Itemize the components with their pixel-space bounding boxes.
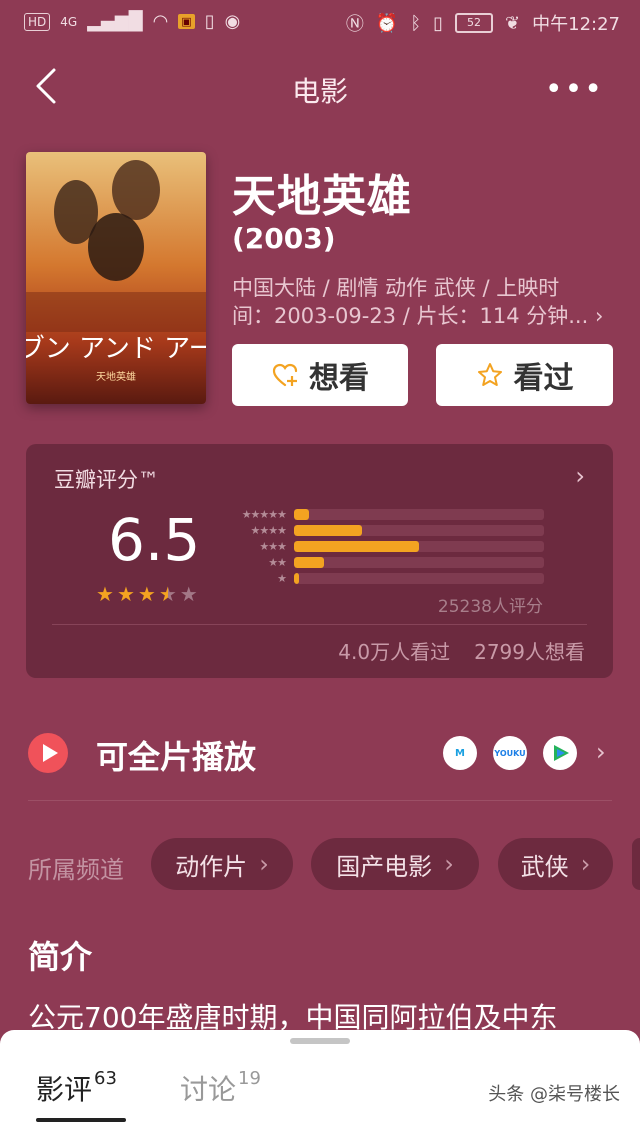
active-tab-indicator	[36, 1118, 126, 1122]
mango-tv-icon[interactable]: M	[443, 736, 477, 770]
rating-stars: ★ ★ ★ ★ ★	[96, 582, 198, 606]
signal-icon: ▂▄▆█	[87, 11, 143, 32]
channel-chip-label: 国产电影	[336, 852, 433, 881]
channel-chip-domestic[interactable]: 国产电影 ›	[311, 838, 479, 890]
bluetooth-icon: ᛒ	[410, 12, 422, 34]
rating-bar-fill	[294, 524, 362, 536]
bar-stars-icon: ★★	[268, 555, 287, 569]
tab-discussion-count: 19	[238, 1068, 261, 1089]
want-count: 2799人想看	[474, 640, 585, 664]
channels-label: 所属频道	[28, 856, 124, 884]
channel-chip-action[interactable]: 动作片 ›	[151, 838, 293, 890]
leaf-icon: ❦	[505, 12, 521, 34]
chevron-right-icon: ›	[444, 850, 454, 878]
rating-bar-track	[294, 508, 544, 520]
tab-discussion[interactable]: 讨论 19	[180, 1068, 261, 1108]
rating-bar-fill	[294, 508, 309, 520]
vibrate-icon: ▯	[433, 12, 444, 34]
want-to-watch-label: 想看	[309, 361, 369, 396]
reviews-sheet[interactable]: 影评 63 讨论 19 头条 @柒号楼长	[0, 1030, 640, 1137]
rating-count: 25238人评分	[437, 597, 543, 617]
bar-stars-icon: ★★★	[259, 539, 287, 553]
bar-stars-icon: ★	[277, 571, 287, 585]
star-icon: ★	[179, 582, 198, 606]
chevron-right-icon[interactable]: ›	[596, 738, 606, 766]
tab-reviews-count: 63	[94, 1068, 117, 1089]
star-icon: ★	[96, 582, 114, 606]
channel-chip-label: 武侠	[520, 852, 569, 881]
status-bar: HD 4G ▂▄▆█ ◠ ▣ ▯ ◉ Ⓝ ⏰ ᛒ ▯ 52 ❦ 中午12:27	[0, 0, 640, 44]
play-icon[interactable]	[28, 733, 68, 773]
channel-chip-wuxia[interactable]: 武侠 ›	[498, 838, 613, 890]
nfc-icon: Ⓝ	[345, 14, 364, 35]
watched-count: 4.0万人看过	[338, 640, 451, 664]
tab-reviews-label: 影评	[36, 1073, 93, 1106]
play-full-label[interactable]: 可全片播放	[96, 732, 256, 778]
movie-year: (2003)	[232, 222, 336, 255]
more-options-button[interactable]: •••	[545, 72, 604, 107]
rating-bar-fill	[294, 556, 324, 568]
watermark: 头条 @柒号楼长	[488, 1084, 620, 1105]
rating-bar-track	[294, 540, 544, 552]
network-type: 4G	[60, 14, 78, 29]
divider	[52, 624, 587, 625]
rating-bar-row: ★★★★	[224, 522, 544, 538]
drag-handle[interactable]	[290, 1038, 350, 1044]
chevron-right-icon: ›	[259, 850, 269, 878]
bar-stars-icon: ★★★★★	[241, 507, 287, 521]
hd-badge: HD	[24, 12, 51, 31]
rating-card[interactable]: 豆瓣评分™ › 6.5 ★ ★ ★ ★ ★ ★★★★★ ★★★★ ★★★ ★★ ★ 25238人…	[26, 444, 613, 678]
star-icon: ★	[137, 582, 156, 606]
rating-bar-fill	[294, 572, 299, 584]
poster-subtitle-text: 天地英雄	[96, 370, 136, 383]
rating-distribution: ★★★★★ ★★★★ ★★★ ★★ ★	[224, 506, 544, 586]
poster-title-text: ヘブン アンド アース	[26, 334, 206, 364]
star-outline-icon	[477, 363, 502, 386]
battery-saver-icon: ▯	[204, 11, 215, 32]
rating-bar-row: ★★	[224, 554, 544, 570]
wifi-icon: ◠	[152, 11, 169, 32]
star-icon: ★	[116, 582, 135, 606]
rating-bar-track	[294, 572, 544, 584]
tab-discussion-label: 讨论	[180, 1073, 237, 1106]
shield-icon: ◉	[224, 11, 241, 32]
want-to-watch-button[interactable]: 想看	[232, 344, 408, 406]
divider	[28, 800, 612, 801]
youku-icon[interactable]: YOUKU	[493, 736, 527, 770]
channel-chip-partial[interactable]	[632, 838, 640, 890]
rating-bar-track	[294, 556, 544, 568]
app-notification-icon: ▣	[178, 14, 195, 29]
channel-chip-label: 动作片	[175, 852, 248, 881]
clock: 中午12:27	[532, 14, 620, 35]
rating-score: 6.5	[108, 506, 201, 574]
watched-label: 看过	[513, 361, 574, 396]
tencent-video-icon[interactable]	[543, 736, 577, 770]
rating-bar-row: ★★★★★	[224, 506, 544, 522]
star-icon: ★	[158, 582, 177, 606]
bar-stars-icon: ★★★★	[250, 523, 287, 537]
watched-button[interactable]: 看过	[436, 344, 613, 406]
intro-heading: 简介	[28, 938, 93, 976]
movie-meta[interactable]: 中国大陆 / 剧情 动作 武侠 / 上映时 间：2003-09-23 / 片长：…	[232, 274, 612, 330]
chevron-right-icon: ›	[580, 850, 591, 878]
rating-bar-track	[294, 524, 544, 536]
alarm-icon: ⏰	[375, 12, 399, 34]
poster-image: ヘブン アンド アース 天地英雄	[26, 152, 206, 404]
battery-icon: 52	[455, 13, 494, 33]
movie-meta-line2: 间：2003-09-23 / 片长：114 分钟... ›	[232, 304, 604, 328]
movie-title: 天地英雄	[232, 171, 412, 222]
rating-bar-fill	[294, 540, 419, 552]
rating-label: 豆瓣评分™	[54, 468, 159, 492]
tab-reviews[interactable]: 影评 63	[36, 1068, 117, 1108]
rating-footer: 4.0万人看过 2799人想看	[338, 636, 585, 665]
rating-bar-row: ★★★	[224, 538, 544, 554]
chevron-right-icon: ›	[575, 462, 585, 490]
rating-bar-row: ★	[224, 570, 544, 586]
movie-poster[interactable]: ヘブン アンド アース 天地英雄	[26, 152, 206, 404]
movie-meta-line1: 中国大陆 / 剧情 动作 武侠 / 上映时	[232, 276, 560, 300]
heart-plus-icon	[272, 363, 298, 387]
